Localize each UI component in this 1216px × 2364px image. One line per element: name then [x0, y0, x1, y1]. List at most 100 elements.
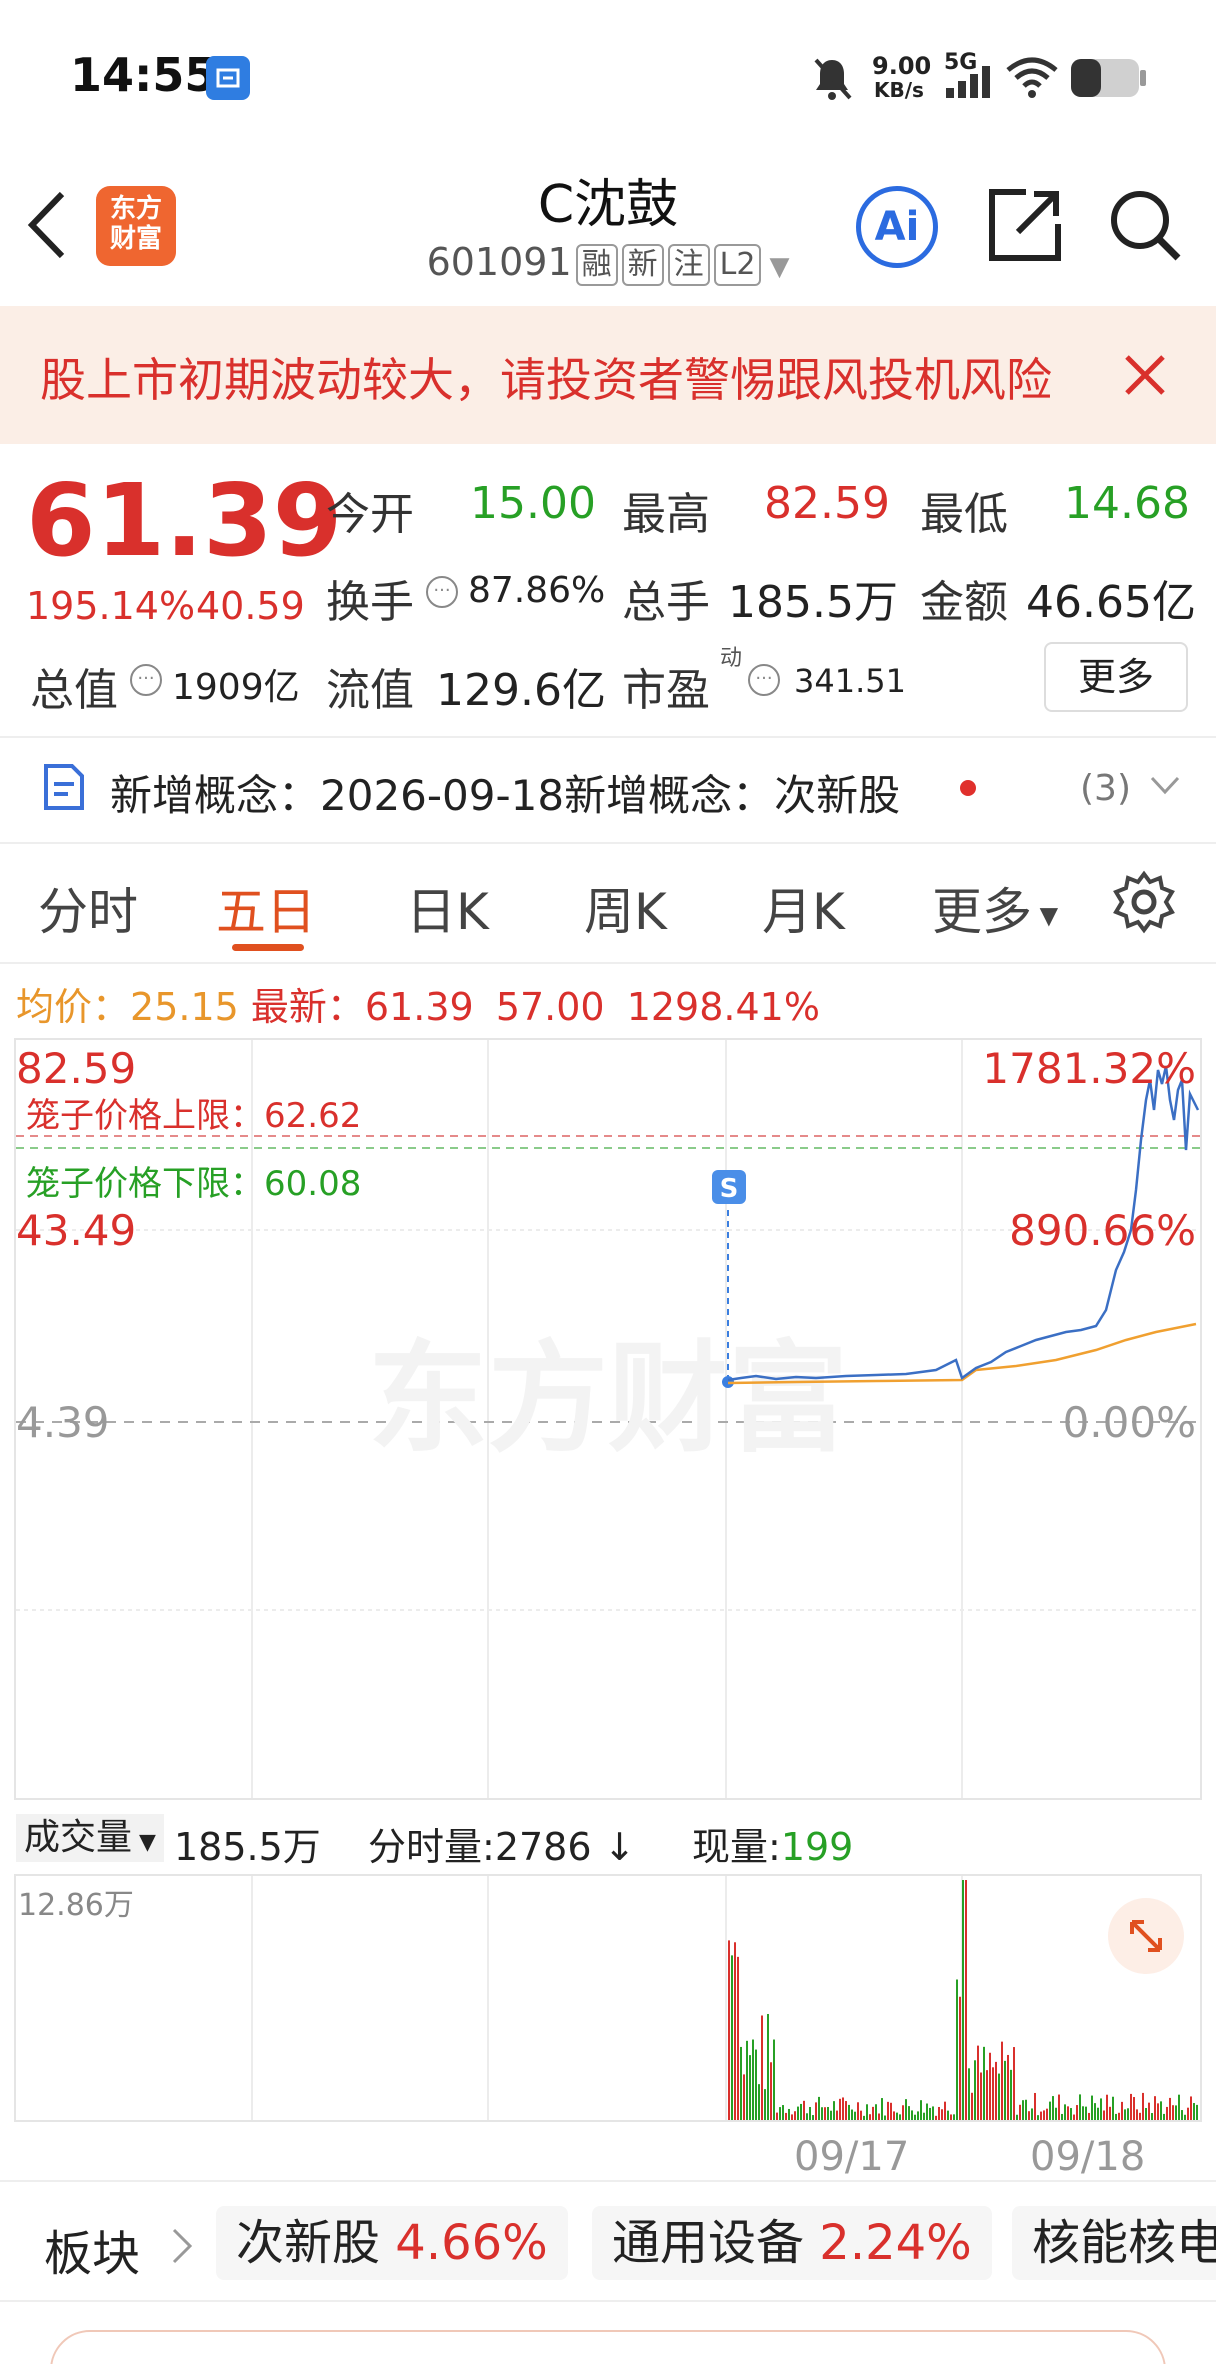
more-quote-button[interactable]: 更多 [1044, 642, 1188, 712]
volume-bar [1163, 2113, 1165, 2120]
chevron-down-icon[interactable] [1150, 776, 1180, 800]
volume-bar [803, 2100, 805, 2120]
tab-five-day[interactable]: 五日 [216, 872, 316, 944]
volume-bar [893, 2111, 895, 2120]
volume-bar [800, 2103, 802, 2120]
volume-bar [740, 2046, 742, 2120]
top-pct-label: 1781.32% [982, 1044, 1196, 1093]
volume-bar [1091, 2095, 1093, 2120]
price-chart[interactable]: 东方财富 S [14, 1038, 1202, 1800]
new-dot [960, 780, 976, 796]
mktcap-value: 1909亿 [172, 667, 300, 708]
volume-bar [1088, 2112, 1090, 2120]
chevron-down-icon: ▼ [769, 252, 790, 282]
volume-bar [1154, 2096, 1156, 2120]
avg-label: 均价： [16, 985, 131, 1029]
volume-bar [1085, 2106, 1087, 2120]
current-volume-label: 现量: [692, 1825, 781, 1869]
volume-bar [857, 2102, 859, 2120]
volume-bar [1103, 2110, 1105, 2120]
comment-input[interactable] [50, 2330, 1166, 2364]
top-price-label: 82.59 [16, 1044, 137, 1093]
pe-sup: 动 [720, 646, 743, 671]
volume-bar [767, 2013, 769, 2120]
volume-bar [1184, 2114, 1186, 2120]
info-icon[interactable]: ··· [130, 664, 162, 696]
volume-bar [1142, 2092, 1144, 2120]
volume-bar [1016, 2114, 1018, 2120]
volume-bar [995, 2061, 997, 2120]
volume-type-select[interactable]: 成交量 ▼ [16, 1814, 164, 1862]
volume-bar [761, 2015, 763, 2120]
latest-pct: 1298.41% [626, 985, 820, 1029]
volume-bar [833, 2101, 835, 2120]
volume-bar [1169, 2097, 1171, 2120]
tab-weekly-k[interactable]: 周K [584, 872, 667, 944]
volume-bar [743, 2074, 745, 2120]
amount-value: 46.65亿 [1026, 577, 1196, 628]
share-icon[interactable] [988, 188, 1062, 266]
volume-bar [1145, 2107, 1147, 2120]
info-icon[interactable]: ··· [748, 664, 780, 696]
volume-bar [788, 2108, 790, 2120]
expand-icon[interactable] [1108, 1898, 1184, 1974]
volume-bar [902, 2105, 904, 2120]
search-icon[interactable] [1108, 188, 1184, 268]
cage-lower-label: 笼子价格下限： [26, 1164, 264, 1204]
volume-bar [755, 2049, 757, 2120]
volume-type-label: 成交量 [24, 1817, 133, 1858]
active-tab-indicator [232, 944, 304, 951]
cage-lower: 笼子价格下限：60.08 [26, 1156, 361, 1205]
volume-bar [926, 2103, 928, 2120]
volume-bar [797, 2106, 799, 2120]
gear-icon[interactable] [1112, 870, 1176, 938]
volume-bar [791, 2114, 793, 2120]
pe-label: 市盈 [622, 665, 710, 716]
low-value: 14.68 [1064, 478, 1190, 529]
sector-pct: 2.24% [819, 2215, 972, 2271]
net-speed-unit: KB/s [874, 78, 924, 102]
wifi-icon [1004, 56, 1060, 104]
sector-label: 板块 [44, 2226, 141, 2282]
concept-text[interactable]: 新增概念：2026-09-18新增概念：次新股 [110, 762, 900, 823]
volume-bar [953, 2114, 955, 2120]
current-volume: 现量:199 [692, 1816, 853, 1871]
cage-upper-value: 62.62 [264, 1096, 362, 1136]
chart-legend: 均价：25.15 最新：61.39 57.00 1298.41% [16, 976, 820, 1031]
volume-bar [875, 2104, 877, 2120]
battery-icon [1070, 58, 1148, 102]
volume-bar [932, 2106, 934, 2120]
volume-bar [977, 2045, 979, 2120]
tab-daily-k[interactable]: 日K [406, 872, 489, 944]
sector-name: 通用设备 [612, 2215, 805, 2271]
volume-bar [758, 2084, 760, 2120]
tab-intraday[interactable]: 分时 [38, 872, 138, 944]
volume-bar [866, 2104, 868, 2120]
volume-bar [839, 2098, 841, 2120]
tab-monthly-k[interactable]: 月K [762, 872, 845, 944]
sector-chip[interactable]: 核能核电 [1012, 2206, 1216, 2280]
sector-chip[interactable]: 通用设备 2.24% [592, 2206, 992, 2280]
sector-chip[interactable]: 次新股 4.66% [216, 2206, 568, 2280]
volume-bar [956, 1979, 958, 2120]
volume-bar [770, 2062, 772, 2120]
close-icon[interactable] [1124, 354, 1166, 400]
volume-bar [782, 2105, 784, 2120]
ai-button[interactable]: Ai [856, 186, 938, 268]
tab-more[interactable]: 更多 ▼ [932, 872, 1058, 944]
volume-bar [848, 2104, 850, 2120]
volume-bar [1106, 2094, 1108, 2120]
info-icon[interactable]: ··· [426, 576, 458, 608]
volume-bar [905, 2099, 907, 2120]
chevron-right-icon[interactable] [172, 2228, 193, 2268]
volume-bar [944, 2101, 946, 2120]
document-icon [42, 762, 86, 816]
tab-more-label: 更多 [932, 883, 1032, 941]
volume-bar [1187, 2107, 1189, 2120]
volume-bar [962, 1880, 964, 2120]
volume-bar [950, 2114, 952, 2120]
volume-bar [1109, 2106, 1111, 2120]
avg-value: 25.15 [130, 985, 239, 1029]
volume-chart[interactable] [14, 1874, 1202, 2122]
volume-bar [1046, 2108, 1048, 2120]
